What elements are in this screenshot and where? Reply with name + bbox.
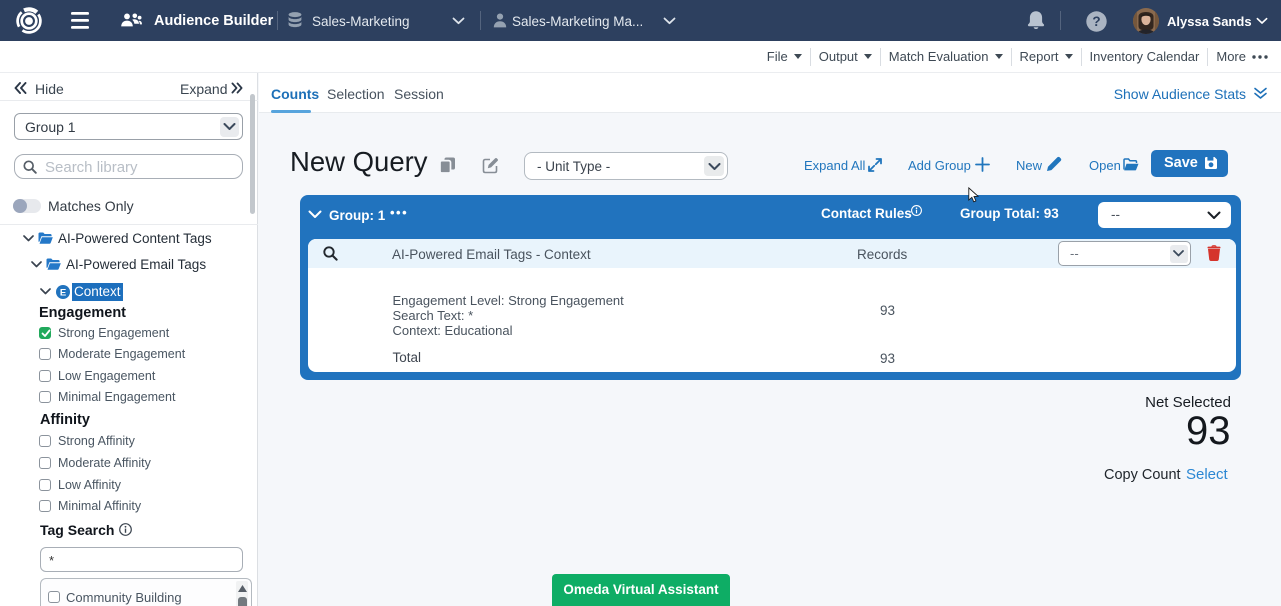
svg-text:?: ? [1092, 14, 1100, 29]
svg-text:E: E [60, 287, 66, 298]
